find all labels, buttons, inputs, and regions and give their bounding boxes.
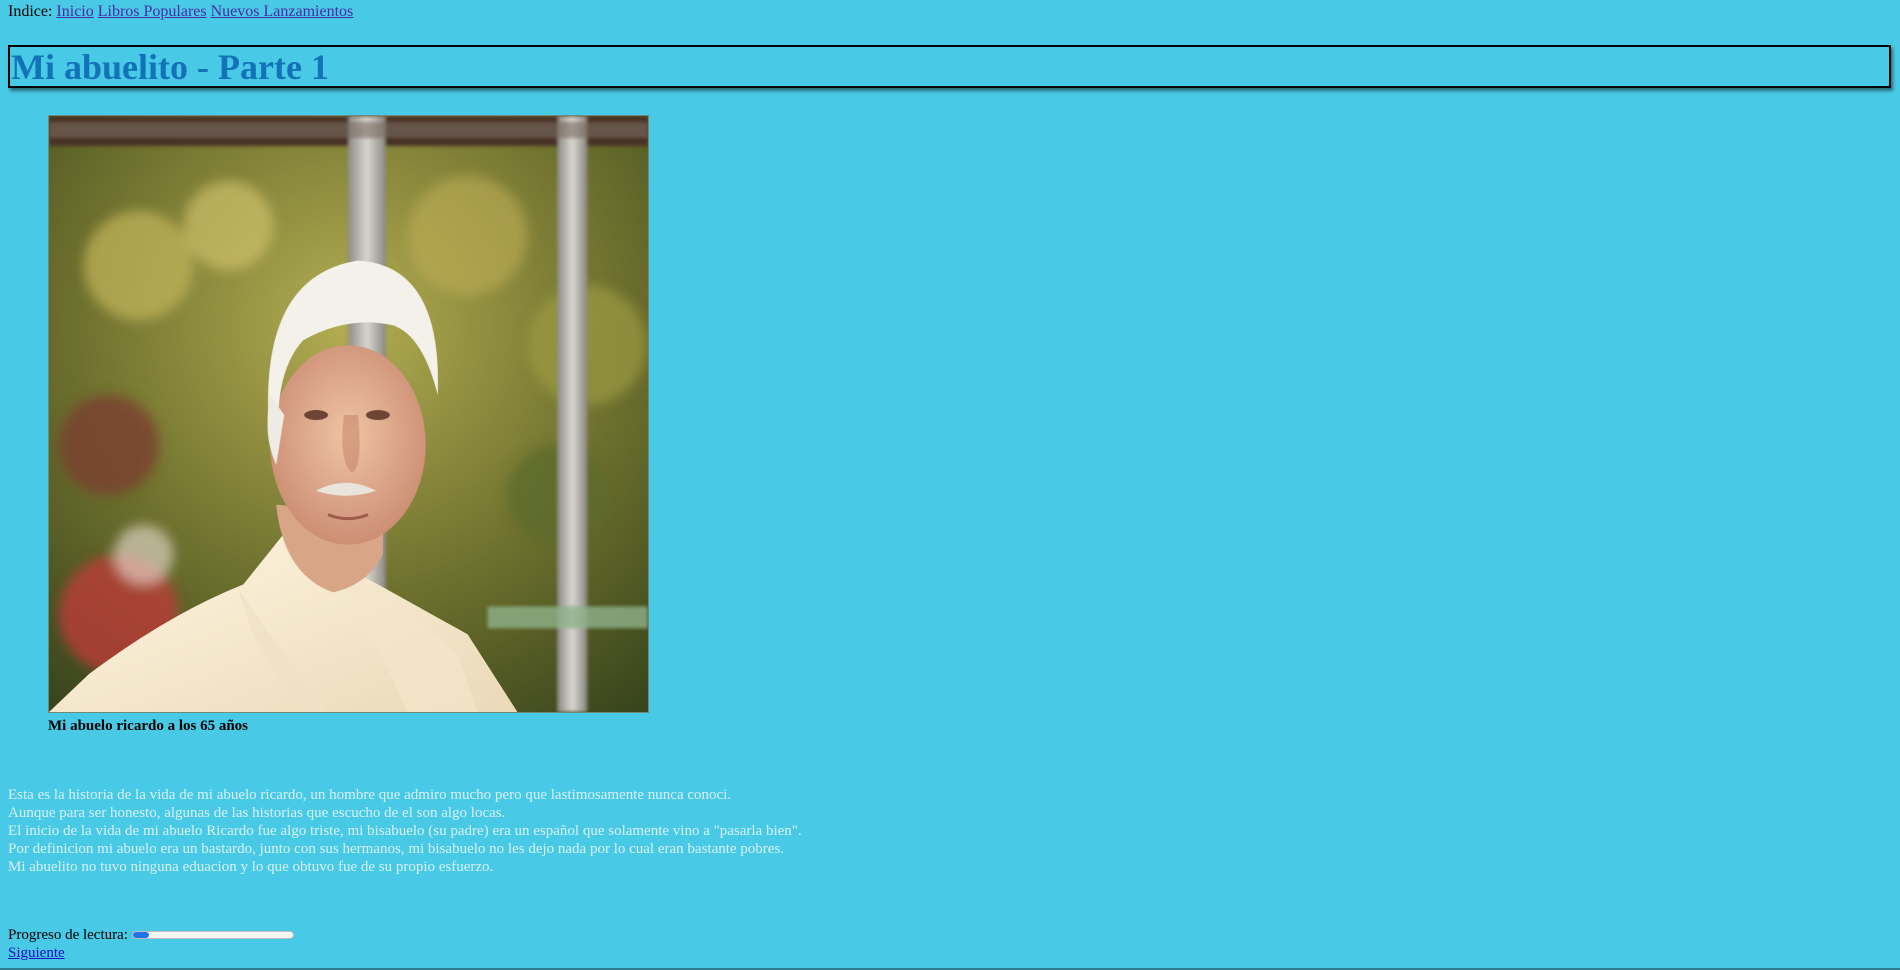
story-text: Esta es la historia de la vida de mi abu… xyxy=(8,786,802,876)
photo-caption: Mi abuelo ricardo a los 65 años xyxy=(48,718,249,734)
index-label: Indice: xyxy=(8,3,53,20)
progress-label: Progreso de lectura: xyxy=(8,927,128,943)
progress-bar-fill xyxy=(132,932,149,938)
next-link[interactable]: Siguiente xyxy=(8,944,65,962)
nav-link-inicio[interactable]: Inicio xyxy=(56,3,93,20)
nav-link-libros-populares[interactable]: Libros Populares xyxy=(98,3,207,20)
page-title: Mi abuelito - Parte 1 xyxy=(11,47,329,87)
story-line: Mi abuelito no tuvo ninguna eduacion y l… xyxy=(8,859,494,875)
story-line: Esta es la historia de la vida de mi abu… xyxy=(8,787,732,803)
story-line: Por definicion mi abuelo era un bastardo… xyxy=(8,841,785,857)
index-nav: Indice: Inicio Libros Populares Nuevos L… xyxy=(8,3,353,21)
page: Indice: Inicio Libros Populares Nuevos L… xyxy=(0,0,1900,970)
nav-link-nuevos-lanzamientos[interactable]: Nuevos Lanzamientos xyxy=(211,3,354,20)
title-box: Mi abuelito - Parte 1 xyxy=(8,45,1891,88)
story-line: Aunque para ser honesto, algunas de las … xyxy=(8,805,506,821)
photo-figure: Mi abuelo ricardo a los 65 años xyxy=(48,115,649,735)
progress-bar xyxy=(131,931,294,939)
grandfather-photo xyxy=(48,115,649,713)
reading-progress: Progreso de lectura: xyxy=(8,926,294,944)
story-line: El inicio de la vida de mi abuelo Ricard… xyxy=(8,823,802,839)
